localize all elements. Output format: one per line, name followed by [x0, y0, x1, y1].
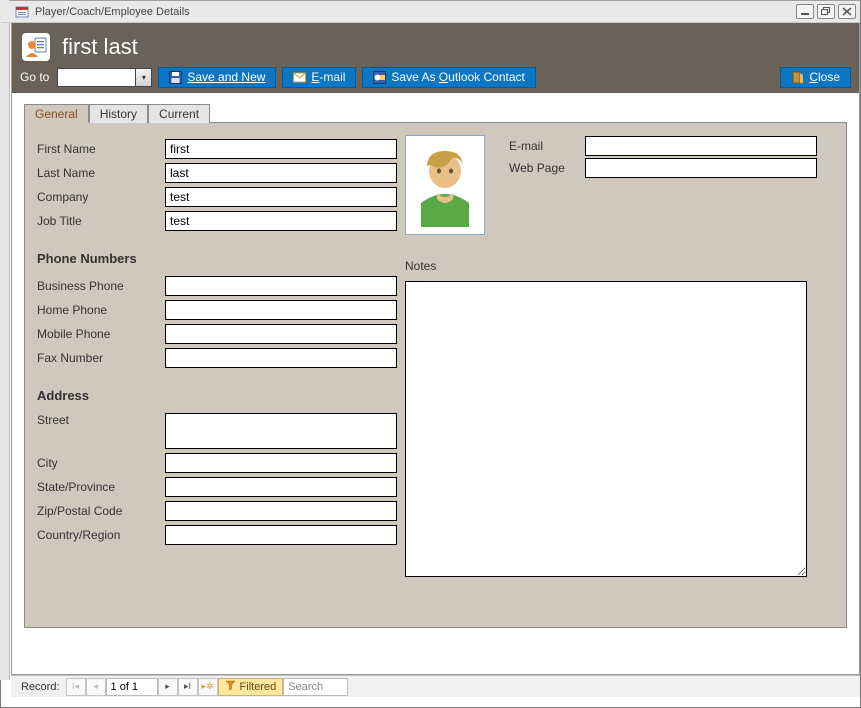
save-as-outlook-button[interactable]: Save As Outlook Contact	[362, 67, 535, 88]
save-icon	[169, 71, 182, 84]
web-page-field[interactable]	[585, 158, 817, 178]
outlook-icon	[373, 71, 386, 84]
door-icon	[791, 71, 804, 84]
funnel-icon	[225, 680, 236, 694]
state-field[interactable]	[165, 477, 397, 497]
company-field[interactable]	[165, 187, 397, 207]
mobile-phone-field[interactable]	[165, 324, 397, 344]
nav-next-button[interactable]: ▸	[158, 678, 178, 696]
city-field[interactable]	[165, 453, 397, 473]
first-name-field[interactable]	[165, 139, 397, 159]
notes-field[interactable]	[405, 281, 807, 577]
window-title: Player/Coach/Employee Details	[35, 6, 190, 18]
tab-general[interactable]: General	[24, 104, 89, 123]
contact-photo[interactable]	[405, 135, 485, 235]
tab-page-general: First Name Last Name Company Job Title	[24, 123, 847, 628]
email-label: E-mail	[509, 139, 585, 153]
window-titlebar: Player/Coach/Employee Details	[1, 1, 860, 23]
window-icon	[15, 5, 29, 19]
business-phone-label: Business Phone	[37, 279, 165, 293]
fax-field[interactable]	[165, 348, 397, 368]
search-input[interactable]: Search	[283, 678, 348, 696]
job-title-field[interactable]	[165, 211, 397, 231]
country-label: Country/Region	[37, 528, 165, 542]
page-title: first last	[62, 34, 138, 60]
close-label-rest: lose	[818, 70, 840, 84]
notes-label: Notes	[405, 259, 436, 273]
contact-icon	[22, 33, 50, 61]
close-label-u: C	[809, 70, 818, 84]
goto-label: Go to	[20, 70, 49, 84]
nav-last-button[interactable]: ▸I	[178, 678, 198, 696]
last-name-field[interactable]	[165, 163, 397, 183]
outlook-label-u: O	[439, 70, 448, 84]
street-field[interactable]	[165, 413, 397, 449]
job-title-label: Job Title	[37, 214, 165, 228]
mobile-phone-label: Mobile Phone	[37, 327, 165, 341]
mail-icon	[293, 71, 306, 84]
phone-section-header: Phone Numbers	[37, 251, 397, 266]
chevron-down-icon[interactable]: ▾	[135, 68, 152, 87]
nav-new-button[interactable]: ▸✲	[198, 678, 218, 696]
state-label: State/Province	[37, 480, 165, 494]
record-number[interactable]: 1 of 1	[106, 678, 158, 696]
tab-current[interactable]: Current	[148, 104, 210, 123]
web-page-label: Web Page	[509, 161, 585, 175]
street-label: Street	[37, 413, 165, 427]
email-button[interactable]: E-mail	[282, 67, 356, 88]
email-field[interactable]	[585, 136, 817, 156]
filter-label: Filtered	[240, 681, 277, 693]
tab-strip: General History Current	[24, 103, 847, 123]
save-and-new-button[interactable]: Save and New	[158, 67, 276, 88]
country-field[interactable]	[165, 525, 397, 545]
outlook-label-pre: Save As	[391, 70, 438, 84]
business-phone-field[interactable]	[165, 276, 397, 296]
close-window-button[interactable]	[838, 4, 856, 19]
home-phone-field[interactable]	[165, 300, 397, 320]
record-navigator: Record: I◂ ◂ 1 of 1 ▸ ▸I ▸✲ Filtered Sea…	[11, 675, 860, 697]
save-and-new-label: Save and New	[187, 70, 265, 84]
zip-field[interactable]	[165, 501, 397, 521]
email-label-rest: -mail	[319, 70, 345, 84]
home-phone-label: Home Phone	[37, 303, 165, 317]
zip-label: Zip/Postal Code	[37, 504, 165, 518]
outlook-label-post: utlook Contact	[448, 70, 525, 84]
close-button[interactable]: Close	[780, 67, 851, 88]
record-label: Record:	[13, 681, 66, 693]
filter-indicator[interactable]: Filtered	[218, 678, 284, 696]
fax-label: Fax Number	[37, 351, 165, 365]
form-header: first last Go to ▾ Save and	[12, 23, 859, 93]
nav-prev-button[interactable]: ◂	[86, 678, 106, 696]
left-gutter	[0, 0, 10, 680]
restore-button[interactable]	[817, 4, 835, 19]
address-section-header: Address	[37, 388, 397, 403]
first-name-label: First Name	[37, 142, 165, 156]
minimize-button[interactable]	[796, 4, 814, 19]
city-label: City	[37, 456, 165, 470]
nav-first-button[interactable]: I◂	[66, 678, 86, 696]
last-name-label: Last Name	[37, 166, 165, 180]
goto-combobox[interactable]: ▾	[57, 68, 152, 87]
company-label: Company	[37, 190, 165, 204]
tab-history[interactable]: History	[89, 104, 148, 123]
